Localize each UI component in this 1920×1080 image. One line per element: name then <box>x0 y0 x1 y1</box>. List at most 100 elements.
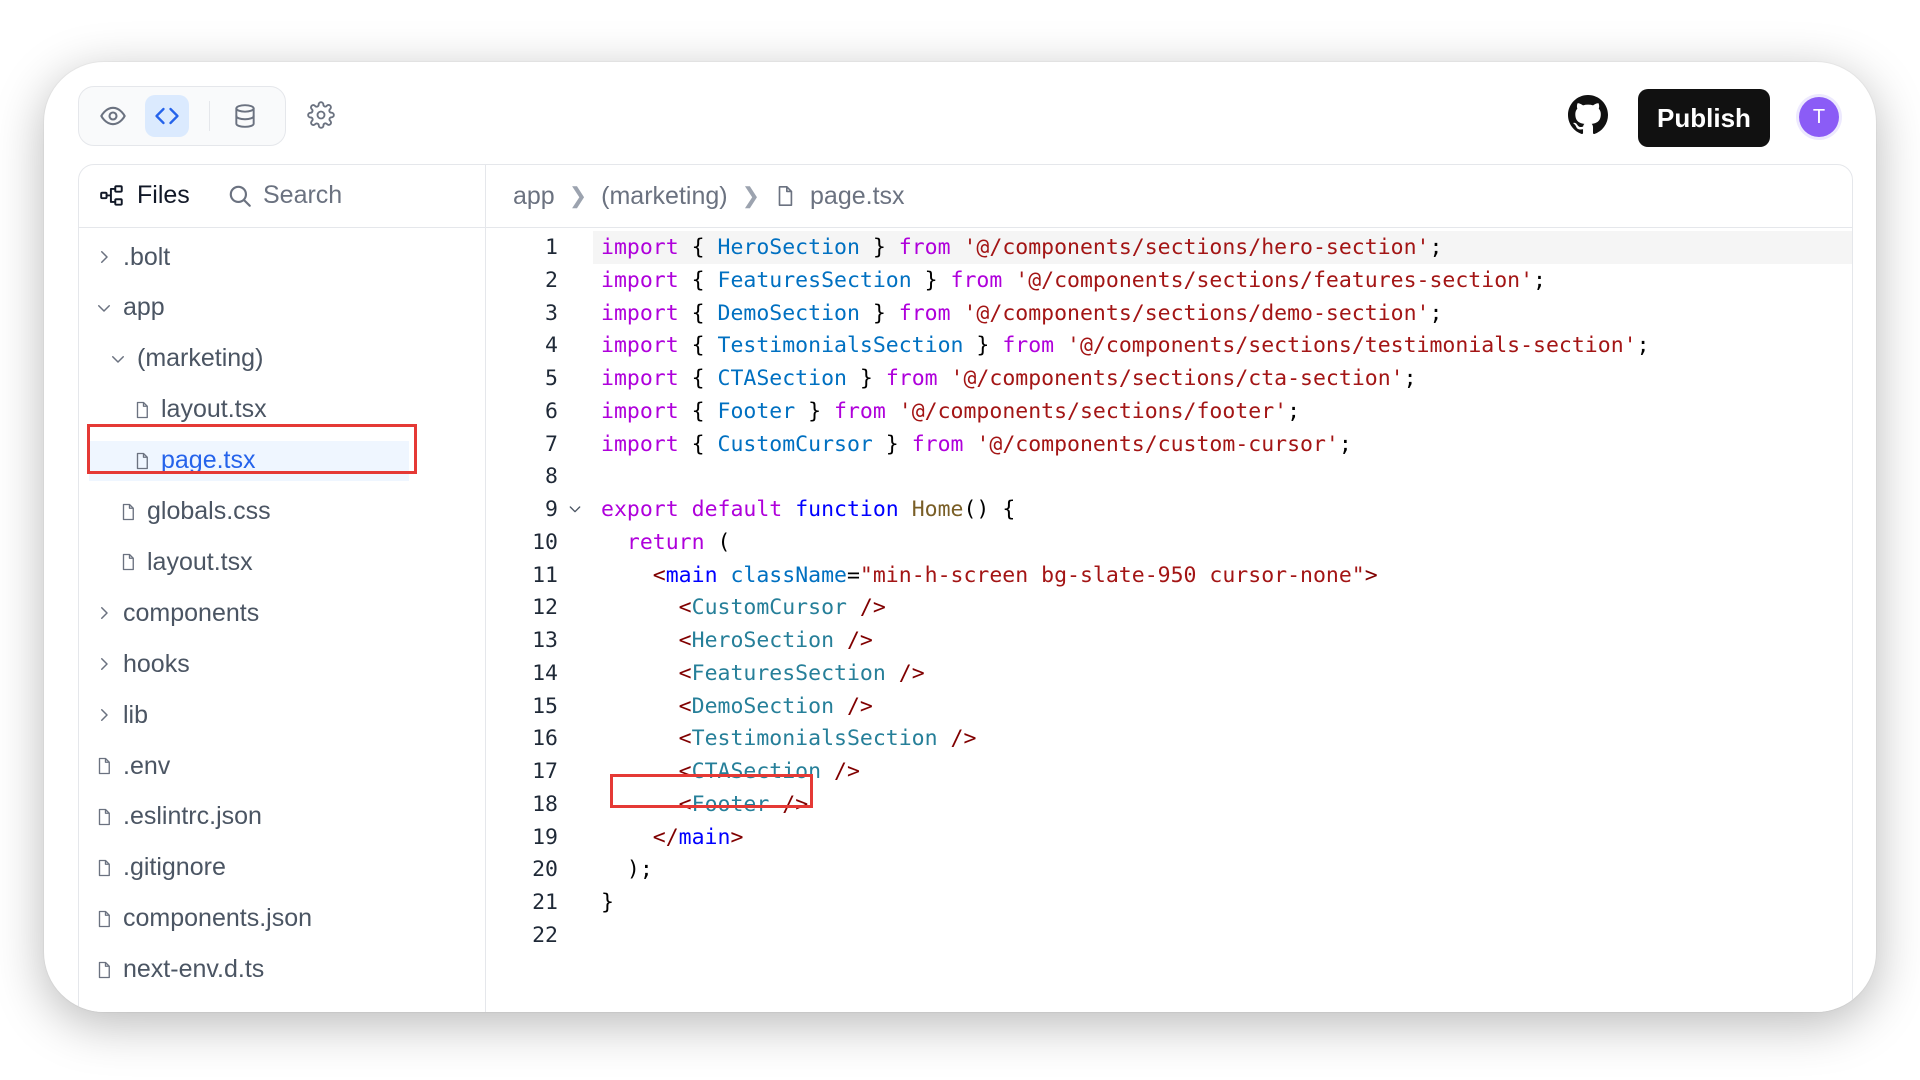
preview-view-button[interactable] <box>91 95 135 137</box>
code-text: <TestimonialsSection /> <box>678 726 977 752</box>
github-button[interactable] <box>1565 92 1611 138</box>
code-text: export default function Home() { <box>601 497 1016 522</box>
line-number: 20 <box>532 857 558 883</box>
line-number: 14 <box>532 660 558 686</box>
fold-chevron-icon[interactable] <box>567 493 583 527</box>
search-icon <box>229 185 251 207</box>
code-text: import { DemoSection } from '@/component… <box>601 300 1443 326</box>
line-number: 3 <box>545 300 558 326</box>
code-icon <box>155 107 179 125</box>
code-text: ); <box>601 857 653 883</box>
code-line[interactable]: 5 import { CTASection } from '@/component… <box>485 362 1852 395</box>
tree-file[interactable]: .gitignore <box>79 848 479 888</box>
line-number: 12 <box>532 595 558 621</box>
code-line[interactable]: 14 <FeaturesSection /> <box>485 657 1852 690</box>
code-line[interactable]: 2 import { FeaturesSection } from '@/comp… <box>485 264 1852 297</box>
chevron-right-icon: ❯ <box>568 183 588 208</box>
code-line[interactable]: 10 return ( <box>485 526 1852 559</box>
file-icon <box>95 757 113 775</box>
tree-folder[interactable]: lib <box>79 695 479 735</box>
file-icon <box>95 859 113 877</box>
code-text: return ( <box>626 529 731 555</box>
code-line[interactable]: 3 import { DemoSection } from '@/componen… <box>485 297 1852 330</box>
code-content[interactable]: 1 import { HeroSection } from '@/componen… <box>485 227 1852 1012</box>
code-text: <CustomCursor /> <box>678 595 886 621</box>
code-line[interactable]: 11 <main className="min-h-screen bg-slat… <box>485 559 1852 592</box>
code-text: import { CustomCursor } from '@/componen… <box>601 431 1352 457</box>
tree-file[interactable]: globals.css <box>79 492 479 532</box>
avatar[interactable]: T <box>1799 97 1839 137</box>
line-number: 2 <box>545 267 558 293</box>
chevron-right-icon <box>95 706 113 724</box>
code-text: <HeroSection /> <box>678 628 873 653</box>
tree-item-label: .gitignore <box>123 853 226 882</box>
code-line[interactable]: 12 <CustomCursor /> <box>485 591 1852 624</box>
code-line[interactable]: 19 </main> <box>485 821 1852 854</box>
tree-folder[interactable]: app <box>79 288 479 328</box>
file-explorer-header: Files Search <box>79 165 485 228</box>
tree-item-label: .eslintrc.json <box>123 802 262 831</box>
file-icon <box>119 553 137 571</box>
code-line[interactable]: 4 import { TestimonialsSection } from '@/… <box>485 329 1852 362</box>
code-line[interactable]: 7 import { CustomCursor } from '@/compone… <box>485 428 1852 461</box>
tree-folder[interactable]: hooks <box>79 644 479 684</box>
breadcrumb-item[interactable]: page.tsx <box>810 182 905 211</box>
publish-button[interactable]: Publish <box>1638 89 1770 147</box>
files-tab[interactable]: Files <box>99 181 190 210</box>
code-line[interactable]: 21} <box>485 886 1852 919</box>
toolbar-divider <box>209 101 210 131</box>
tree-file[interactable]: components.json <box>79 899 479 939</box>
code-line[interactable]: 22 <box>485 919 1852 952</box>
tree-item-label: next-env.d.ts <box>123 955 265 984</box>
line-number: 8 <box>545 464 558 490</box>
chevron-right-icon <box>95 604 113 622</box>
line-number: 4 <box>545 333 558 359</box>
code-text: import { Footer } from '@/components/sec… <box>601 398 1301 424</box>
tree-item-label: app <box>123 293 165 322</box>
line-number: 11 <box>532 562 558 588</box>
code-view-button[interactable] <box>145 95 189 137</box>
database-icon <box>235 104 255 128</box>
view-switcher <box>78 86 286 146</box>
line-number: 16 <box>532 726 558 752</box>
line-number: 6 <box>545 398 558 424</box>
line-number: 1 <box>545 235 558 260</box>
database-view-button[interactable] <box>223 95 267 137</box>
code-line[interactable]: 8 <box>485 460 1852 493</box>
code-line[interactable]: 15 <DemoSection /> <box>485 690 1852 723</box>
file-tree-icon <box>100 184 123 206</box>
search-tab-label: Search <box>263 181 343 209</box>
search-tab[interactable]: Search <box>227 181 342 210</box>
gear-icon <box>307 101 335 129</box>
line-number: 22 <box>532 922 558 948</box>
code-line[interactable]: 6 import { Footer } from '@/components/se… <box>485 395 1852 428</box>
code-text: <main className="min-h-screen bg-slate-9… <box>652 562 1378 588</box>
code-text: import { HeroSection } from '@/component… <box>601 235 1443 260</box>
tree-item-label: layout.tsx <box>147 547 253 576</box>
tree-folder[interactable]: components <box>79 593 479 633</box>
code-line[interactable]: 16 <TestimonialsSection /> <box>485 722 1852 755</box>
tree-file[interactable]: layout.tsx <box>79 542 479 582</box>
tree-folder[interactable]: .bolt <box>79 237 479 277</box>
line-number: 21 <box>532 890 558 915</box>
tree-file[interactable]: next-env.d.ts <box>79 950 479 990</box>
file-icon <box>95 910 113 928</box>
file-icon <box>95 961 113 979</box>
line-number: 10 <box>532 529 558 555</box>
code-line[interactable]: 13 <HeroSection /> <box>485 624 1852 657</box>
code-line[interactable]: 20 ); <box>485 853 1852 886</box>
code-line[interactable]: 9 export default function Home() { <box>485 493 1852 526</box>
tree-file[interactable]: .env <box>79 746 479 786</box>
tree-item-label: .env <box>123 751 171 780</box>
code-line[interactable]: 1 import { HeroSection } from '@/componen… <box>545 231 1852 264</box>
tree-file[interactable]: .eslintrc.json <box>79 797 479 837</box>
code-text: } <box>601 890 614 915</box>
breadcrumb-item[interactable]: (marketing) <box>601 182 727 211</box>
settings-button[interactable] <box>299 94 343 136</box>
chevron-right-icon <box>95 655 113 673</box>
breadcrumb-item[interactable]: app <box>513 182 555 211</box>
tree-folder[interactable]: (marketing) <box>79 339 479 379</box>
code-text: import { FeaturesSection } from '@/compo… <box>601 267 1546 293</box>
tree-item-label: hooks <box>123 649 190 678</box>
code-text: <DemoSection /> <box>678 693 873 719</box>
